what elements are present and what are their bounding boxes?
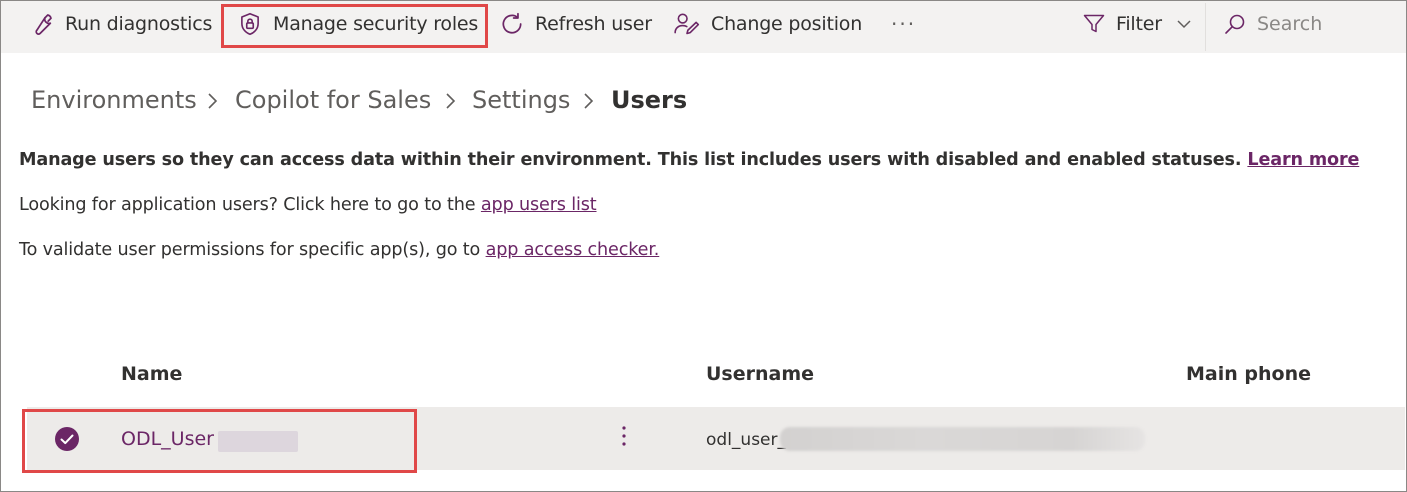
column-header-name[interactable]: Name: [121, 363, 182, 385]
username-cell: odl_user_: [706, 430, 786, 450]
filter-icon: [1083, 14, 1105, 33]
validate-line: To validate user permissions for specifi…: [19, 240, 659, 260]
breadcrumb-current-users: Users: [611, 86, 688, 114]
more-commands-button[interactable]: ···: [891, 1, 916, 47]
more-vertical-icon: [622, 426, 626, 446]
filter-label: Filter: [1116, 13, 1162, 35]
learn-more-link[interactable]: Learn more: [1247, 150, 1359, 170]
more-icon: ···: [891, 12, 917, 36]
row-more-actions-button[interactable]: [612, 422, 636, 452]
refresh-user-label: Refresh user: [535, 13, 652, 35]
intro-main-line: Manage users so they can access data wit…: [19, 150, 1359, 170]
person-edit-icon: [674, 13, 700, 35]
wrench-icon: [35, 14, 52, 35]
chevron-right-icon: [208, 93, 218, 109]
refresh-user-button[interactable]: Refresh user: [499, 1, 652, 47]
search-box[interactable]: Search: [1223, 1, 1322, 47]
breadcrumb-item-settings[interactable]: Settings: [472, 86, 570, 114]
redacted-username: [780, 427, 1145, 451]
app-users-list-link[interactable]: app users list: [481, 195, 597, 215]
column-header-main-phone[interactable]: Main phone: [1186, 363, 1311, 385]
chevron-right-icon: [584, 93, 594, 109]
chevron-right-icon: [446, 93, 456, 109]
search-icon: [1225, 14, 1245, 34]
breadcrumb-item-copilot-for-sales[interactable]: Copilot for Sales: [235, 86, 431, 114]
app-access-checker-link[interactable]: app access checker.: [486, 240, 660, 260]
breadcrumb-item-environments[interactable]: Environments: [31, 86, 197, 114]
refresh-icon: [502, 12, 522, 34]
intro-main-text: Manage users so they can access data wit…: [19, 150, 1242, 170]
toolbar-divider: [1205, 3, 1206, 51]
command-bar: Run diagnostics Manage security roles Re…: [1, 1, 1406, 53]
app-users-text: Looking for application users? Click her…: [19, 195, 476, 215]
search-placeholder: Search: [1257, 13, 1323, 35]
app-users-line: Looking for application users? Click her…: [19, 195, 597, 215]
column-header-username[interactable]: Username: [706, 363, 814, 385]
change-position-button[interactable]: Change position: [673, 1, 862, 47]
chevron-down-icon: [1177, 20, 1191, 29]
change-position-label: Change position: [711, 13, 863, 35]
highlight-box-manage-security-roles: [221, 4, 488, 48]
highlight-box-selected-user: [22, 409, 417, 473]
filter-button[interactable]: Filter: [1082, 1, 1194, 47]
validate-text: To validate user permissions for specifi…: [19, 240, 481, 260]
run-diagnostics-label: Run diagnostics: [65, 13, 213, 35]
run-diagnostics-button[interactable]: Run diagnostics: [29, 1, 212, 47]
